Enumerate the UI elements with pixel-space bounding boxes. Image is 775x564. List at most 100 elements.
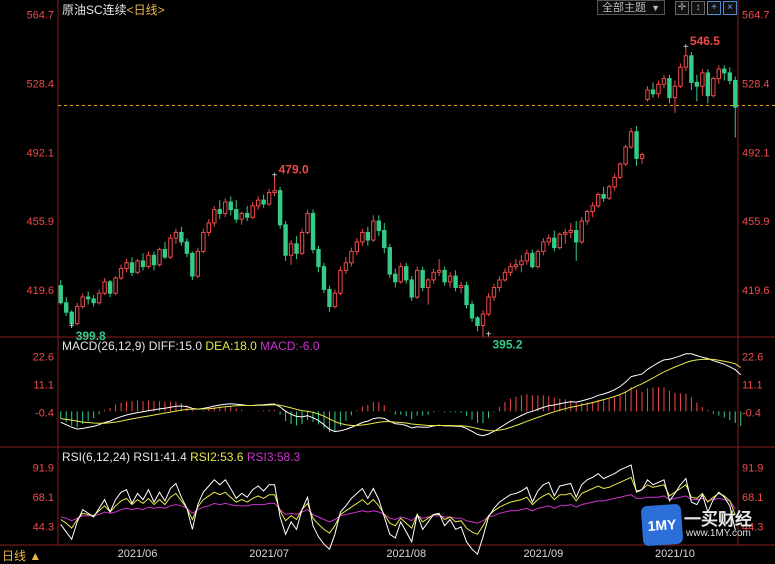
candle-body <box>524 252 530 262</box>
y-tick-label-left: 419.6 <box>26 285 54 297</box>
candle-body <box>568 230 573 233</box>
candle-body <box>645 89 650 100</box>
candle-body <box>656 83 661 95</box>
candle-body <box>700 72 705 87</box>
candle-body <box>332 292 338 308</box>
rsi-title: RSI(6,12,24) <box>62 450 131 464</box>
watermark-text: 一买财经 <box>684 510 752 529</box>
candle-body <box>261 199 266 205</box>
candle-body <box>321 266 327 290</box>
y-tick-label-left: 455.9 <box>26 216 54 228</box>
x-tick-label: 2021/06 <box>118 548 158 560</box>
y-tick-label-left: 68.1 <box>33 492 54 504</box>
macd-dea-line <box>60 358 741 432</box>
annotation-marker: + <box>485 330 491 341</box>
candle-body <box>404 266 409 281</box>
candle-body <box>574 230 579 243</box>
candle-body <box>239 212 244 220</box>
candle-body <box>299 231 305 254</box>
candle-body <box>206 222 212 233</box>
candle-body <box>107 281 113 294</box>
candle-body <box>617 163 623 178</box>
period-tab[interactable]: 日线 ▲ <box>2 547 41 564</box>
candle-body <box>327 288 332 308</box>
candle-body <box>74 306 80 325</box>
y-tick-label-right: 528.4 <box>742 79 770 91</box>
candle-body <box>294 243 299 254</box>
y-tick-label-right: 91.9 <box>742 463 763 475</box>
candle-body <box>212 209 217 224</box>
candle-body <box>310 212 316 251</box>
candle-body <box>129 262 135 273</box>
candle-body <box>541 241 546 252</box>
candle-body <box>623 146 628 165</box>
candle-body <box>480 313 486 327</box>
candle-body <box>508 266 513 273</box>
x-tick-label: 2021/10 <box>655 548 695 560</box>
candle-body <box>513 264 519 268</box>
annotation-marker: + <box>272 170 278 181</box>
candle-body <box>464 285 469 306</box>
candle-body <box>135 260 140 273</box>
candle-body <box>678 66 683 87</box>
candle-body <box>195 250 201 277</box>
candle-body <box>102 281 107 294</box>
candle-body <box>338 269 343 294</box>
candle-body <box>442 269 447 283</box>
candle-body <box>266 192 272 205</box>
candle-body <box>584 211 590 222</box>
watermark-url: www.1MY.com <box>686 528 751 539</box>
candle-body <box>722 68 727 74</box>
candle-body <box>606 186 612 199</box>
candle-body <box>733 79 738 108</box>
candle-body <box>650 89 656 95</box>
candle-body <box>486 296 491 315</box>
x-tick-label: 2021/07 <box>249 548 289 560</box>
candle-body <box>376 220 382 232</box>
candle-body <box>360 231 365 243</box>
candle-body <box>497 279 502 289</box>
candle-body <box>694 81 700 87</box>
y-tick-label-right: -0.4 <box>742 407 761 419</box>
annotation-marker: + <box>683 42 689 53</box>
candle-body <box>365 231 371 241</box>
candle-body <box>234 209 239 220</box>
rsi-legend-rsi1: RSI1:41.4 <box>133 450 187 464</box>
candle-body <box>628 131 634 148</box>
candle-body <box>458 285 464 289</box>
watermark-logo: 1MY <box>640 503 684 547</box>
candle-body <box>288 243 294 256</box>
macd-legend-dea: DEA:18.0 <box>205 339 257 353</box>
candle-body <box>64 302 69 313</box>
candle-body <box>431 271 436 281</box>
candle-body <box>469 304 475 319</box>
candle-body <box>140 260 146 268</box>
candle-body <box>118 268 124 279</box>
candle-body <box>639 154 645 159</box>
candle-body <box>124 262 129 270</box>
y-tick-label-right: 11.1 <box>742 379 763 391</box>
rsi-legend: RSI(6,12,24) RSI1:41.4 RSI2:53.6 RSI3:58… <box>62 450 300 464</box>
macd-legend-macd: MACD:-6.0 <box>260 339 320 353</box>
candle-body <box>387 247 392 275</box>
candle-body <box>595 193 601 207</box>
rsi-legend-rsi3: RSI3:58.3 <box>246 450 301 464</box>
chart-canvas[interactable]: 564.7 564.7 528.4 528.4 492.1 492.1 455.9 455.9… <box>0 0 775 562</box>
price-annotation: 479.0 <box>279 162 309 176</box>
y-tick-label-left: 492.1 <box>26 147 54 159</box>
candle-body <box>552 237 557 249</box>
candle-body <box>634 131 639 159</box>
candle-body <box>58 285 63 304</box>
y-tick-label-left: 44.3 <box>33 522 54 534</box>
y-tick-label-right: 68.1 <box>742 492 763 504</box>
candle-body <box>398 266 403 283</box>
y-tick-label-left: 91.9 <box>33 463 54 475</box>
candle-body <box>151 254 157 266</box>
y-tick-label-right: 492.1 <box>742 147 770 159</box>
candle-body <box>727 72 732 81</box>
candle-body <box>393 273 398 283</box>
candle-body <box>601 193 606 199</box>
candle-body <box>146 254 151 268</box>
annotation-marker: + <box>69 321 75 332</box>
macd-legend-diff: DIFF:15.0 <box>148 339 203 353</box>
